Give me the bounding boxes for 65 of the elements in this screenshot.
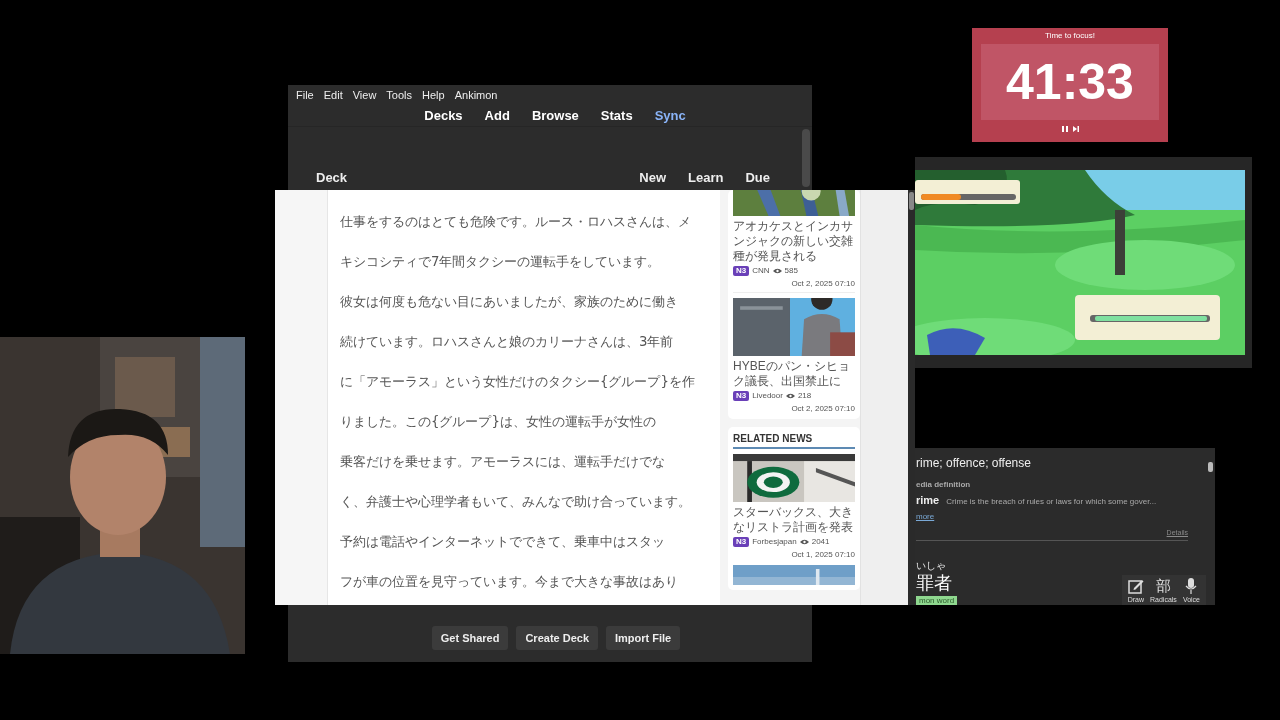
menu-item[interactable]: File [296, 88, 314, 104]
view-count: 218 [797, 391, 812, 401]
menu-item[interactable]: Ankimon [454, 88, 498, 104]
article-line: キシコシティで7年間タクシーの運転手をしています。 [340, 253, 662, 271]
view-count: 585 [784, 266, 798, 276]
more-link[interactable]: more [916, 512, 935, 521]
news-date: Oct 2, 2025 07:10 [791, 279, 855, 289]
timer-display: 41:33 [981, 44, 1159, 120]
column-header: Due [745, 170, 770, 185]
section-label: edia definition [916, 480, 971, 489]
article-line: りました。この{グループ}は、女性の運転手が女性の [340, 413, 657, 431]
menu-item[interactable]: Edit [323, 88, 343, 104]
article-line: に「アモーラス」という女性だけのタクシー{グループ}を作 [340, 373, 696, 391]
nav-link[interactable]: Add [484, 107, 510, 123]
news-date: Oct 1, 2025 07:10 [790, 550, 855, 560]
view-count: 2041 [811, 537, 830, 547]
menu-item[interactable]: Help [422, 88, 445, 104]
news-source: Livedoor [752, 391, 783, 401]
deck-button[interactable]: Create Deck [516, 626, 598, 650]
deck-button[interactable]: Import File [606, 626, 681, 650]
news-date: Oct 2, 2025 07:10 [790, 404, 855, 414]
level-badge: N3 [733, 266, 750, 276]
definition-text: Crime is the breach of rules or laws for which some gover... [946, 497, 1157, 506]
nav-link[interactable]: Sync [654, 107, 686, 123]
level-badge: N3 [733, 391, 750, 401]
pause-icon[interactable] [1060, 125, 1069, 133]
skip-icon[interactable] [1071, 125, 1080, 133]
news-source: CNN [752, 266, 770, 276]
eye-icon [772, 268, 782, 274]
column-header: New [639, 170, 667, 185]
word-tag: mon word [916, 596, 958, 605]
news-card[interactable]: アオカケスとインカサンジャクの新しい交雑種が発見される N3 CNN 585 Oct 2, 2025 07:10 HYBEのパン・シヒョク議長、出国禁止に N3 Livedoor 218 Oct 2, 2025 07:10 [728, 190, 860, 419]
deck-button[interactable]: Get Shared [431, 626, 509, 650]
pencil-icon[interactable] [1127, 578, 1144, 594]
article-line: 彼女は何度も危ない目にあいましたが、家族のために働き [340, 293, 679, 311]
news-title[interactable]: スターバックス、大きなリストラ計画を発表 [733, 505, 855, 535]
article-line: フが車の位置を見守っています。今まで大きな事故はあり [340, 573, 679, 591]
level-badge: N3 [733, 537, 750, 547]
timer-title: Time to focus! [1045, 31, 1095, 40]
news-title[interactable]: アオカケスとインカサンジャクの新しい交雑種が発見される [733, 219, 855, 264]
article-line: 予約は電話やインターネットでできて、乗車中はスタッ [340, 533, 666, 551]
nav-link[interactable]: Browse [531, 107, 579, 123]
section-heading: RELATED NEWS [733, 433, 855, 449]
column-header: Deck [316, 170, 348, 185]
menu-item[interactable]: Tools [386, 88, 413, 104]
word-heading: 罪者 [916, 573, 952, 593]
nav-link[interactable]: Decks [424, 107, 463, 123]
word-meaning: rime; offence; offense [916, 456, 1031, 470]
word-reading: いしゃ [916, 559, 946, 573]
column-header: Learn [688, 170, 724, 185]
radical-icon[interactable]: 部 [1155, 578, 1171, 594]
definition-term: rime [916, 494, 940, 506]
article-line: 仕事をするのはとても危険です。ルース・ロハスさんは、メ [340, 213, 692, 231]
eye-icon [799, 539, 809, 545]
news-source: Forbesjapan [752, 537, 797, 547]
eye-icon [785, 393, 795, 399]
article-line: 続けています。ロハスさんと娘のカリーナさんは、3年前 [340, 333, 675, 351]
article-line: く、弁護士や心理学者もいて、みんなで助け合っています。 [340, 493, 692, 511]
scrollbar[interactable] [908, 190, 915, 605]
news-card[interactable]: RELATED NEWS スターバックス、大きなリストラ計画を発表 N3 Forbesjapan 2041 Oct 1, 2025 07:10 [728, 427, 860, 590]
menu-item[interactable]: View [352, 88, 377, 104]
scrollbar[interactable] [802, 129, 810, 187]
article-line: 乗客だけを乗せます。アモーラスには、運転手だけでな [340, 453, 666, 471]
news-title[interactable]: HYBEのパン・シヒョク議長、出国禁止に [733, 359, 855, 389]
nav-link[interactable]: Stats [600, 107, 633, 123]
